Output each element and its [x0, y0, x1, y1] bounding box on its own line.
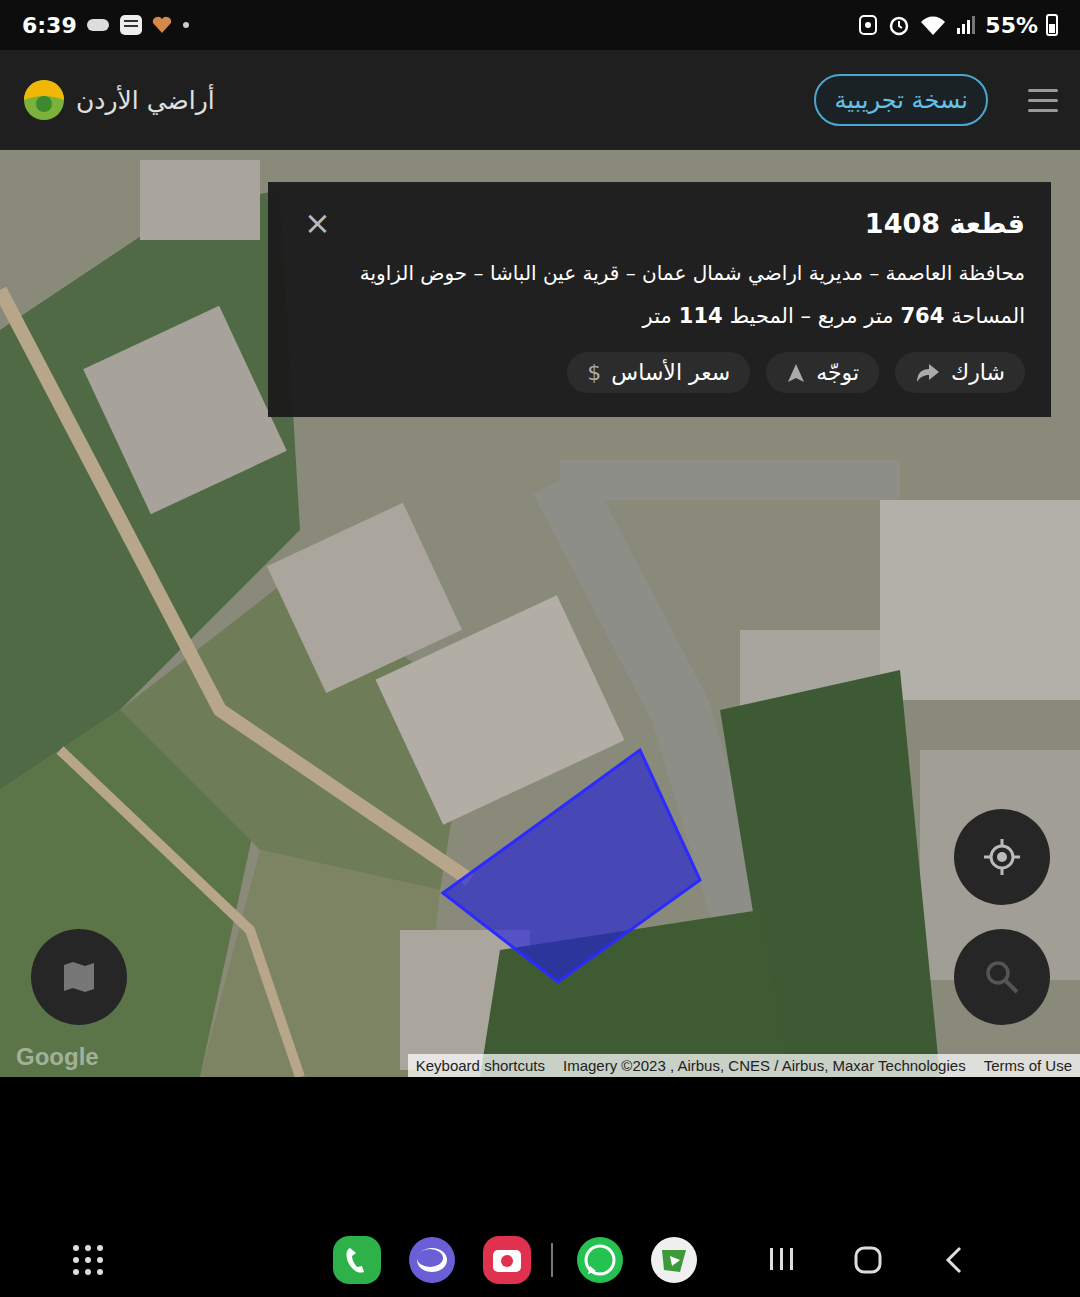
lock-icon	[857, 14, 879, 36]
wifi-icon	[919, 14, 947, 36]
navigation-bar	[0, 1222, 1080, 1297]
share-icon	[915, 362, 941, 384]
menu-line	[1028, 99, 1058, 102]
attribution-item[interactable]: Terms of Use	[984, 1057, 1072, 1074]
browser-button[interactable]	[408, 1236, 456, 1284]
dot-icon	[181, 20, 191, 30]
battery-icon	[1046, 14, 1058, 36]
map-attribution: Keyboard shortcuts Imagery ©2023 , Airbus…	[408, 1054, 1080, 1077]
google-watermark: Google	[16, 1043, 99, 1071]
navigate-button[interactable]: توجّه	[766, 352, 879, 393]
close-button[interactable]: ×	[294, 204, 341, 242]
parcel-card: قطعة 1408 × محافظة العاصمة – مديرية اراضي …	[268, 182, 1051, 417]
brand[interactable]: أراضي الأردن	[22, 78, 215, 122]
battery-percent: 55%	[985, 13, 1038, 38]
map-icon	[61, 959, 97, 995]
signal-icon	[955, 14, 977, 36]
land-app-icon	[650, 1236, 698, 1284]
card-header: قطعة 1408 ×	[294, 204, 1025, 242]
navigate-icon	[786, 362, 806, 384]
my-location-button[interactable]	[954, 809, 1050, 905]
whatsapp-button[interactable]	[576, 1236, 624, 1284]
area-part: 764	[900, 304, 944, 328]
parcel-title: قطعة 1408	[865, 208, 1025, 239]
attribution-item[interactable]: Imagery ©2023 , Airbus, CNES / Airbus, M…	[563, 1057, 966, 1074]
recents-icon	[769, 1246, 795, 1274]
action-label: توجّه	[816, 360, 859, 385]
clock: 6:39	[22, 13, 77, 38]
heart-icon	[151, 15, 173, 35]
back-icon	[944, 1246, 964, 1274]
phone-icon	[333, 1236, 381, 1284]
menu-line	[1028, 109, 1058, 112]
beta-button[interactable]: نسخة تجريبية	[814, 74, 988, 126]
whatsapp-icon	[576, 1236, 624, 1284]
area-part: 114	[679, 304, 723, 328]
logo-icon	[22, 78, 66, 122]
app-drawer-icon	[71, 1243, 105, 1277]
browser-icon	[408, 1236, 456, 1284]
share-button[interactable]: شارك	[895, 352, 1025, 393]
map[interactable]: قطعة 1408 × محافظة العاصمة – مديرية اراضي …	[0, 150, 1080, 1077]
layers-button[interactable]	[31, 929, 127, 1025]
message-icon	[119, 14, 143, 36]
card-actions: شارك توجّه سعر الأساس $	[294, 352, 1025, 393]
home-icon	[854, 1246, 882, 1274]
dollar-icon: $	[587, 360, 601, 385]
camera-icon	[483, 1236, 531, 1284]
area-part: متر مربع – المحيط	[730, 304, 894, 328]
parcel-area: المساحة 764متر مربع – المحيط 114 متر	[294, 304, 1025, 328]
recents-button[interactable]	[769, 1246, 795, 1274]
phone-button[interactable]	[333, 1236, 381, 1284]
status-bar: 6:39 55%	[0, 0, 1080, 50]
attribution-item[interactable]: Keyboard shortcuts	[416, 1057, 545, 1074]
area-part: متر	[643, 304, 672, 328]
action-label: سعر الأساس	[611, 360, 730, 385]
search-icon	[984, 959, 1020, 995]
empty-area	[0, 1077, 1080, 1222]
land-app-button[interactable]	[650, 1236, 698, 1284]
divider-button	[551, 1243, 555, 1277]
app-header: أراضي الأردن نسخة تجريبية	[0, 50, 1080, 150]
camera-button[interactable]	[483, 1236, 531, 1284]
crosshair-icon	[982, 837, 1022, 877]
alarm-icon	[887, 14, 911, 36]
divider-icon	[551, 1243, 555, 1277]
menu-line	[1028, 89, 1058, 92]
parcel-location: محافظة العاصمة – مديرية اراضي شمال عمان …	[294, 258, 1025, 288]
area-part: المساحة	[951, 304, 1025, 328]
price-button[interactable]: سعر الأساس $	[567, 352, 750, 393]
status-right: 55%	[857, 13, 1058, 38]
app-drawer-button[interactable]	[71, 1243, 105, 1277]
home-button[interactable]	[854, 1246, 882, 1274]
notification-icon	[85, 15, 111, 35]
header-actions: نسخة تجريبية	[814, 74, 1058, 126]
action-label: شارك	[951, 360, 1005, 385]
status-left: 6:39	[22, 13, 191, 38]
back-button[interactable]	[944, 1246, 964, 1274]
search-button[interactable]	[954, 929, 1050, 1025]
battery-fill	[1049, 24, 1055, 33]
menu-icon[interactable]	[1028, 89, 1058, 112]
app-title: أراضي الأردن	[76, 86, 215, 115]
